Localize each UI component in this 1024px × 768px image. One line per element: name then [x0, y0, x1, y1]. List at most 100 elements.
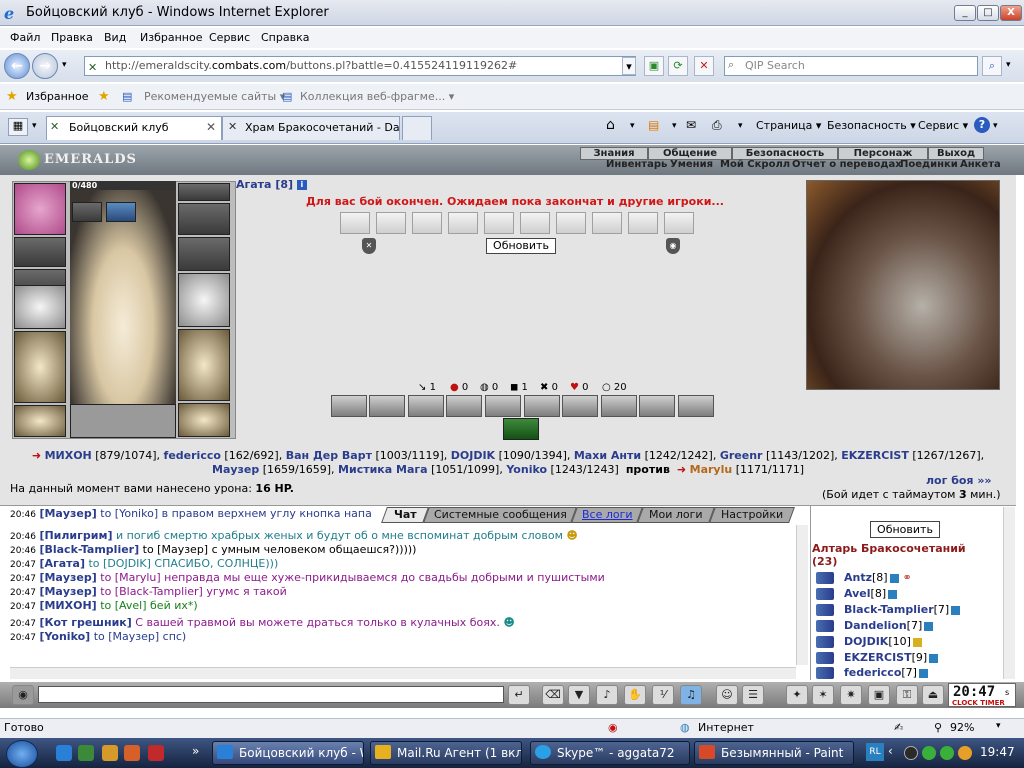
- task-mail-agent[interactable]: Mail.Ru Агент (1 вкла...: [370, 741, 522, 765]
- filter-icon[interactable]: ▼: [568, 685, 590, 705]
- user-name[interactable]: Black-Tamplier: [844, 603, 934, 616]
- chat-vertical-scrollbar[interactable]: [796, 525, 808, 665]
- menu-file[interactable]: Файл: [10, 31, 40, 44]
- quicklaunch-more-icon[interactable]: »: [192, 744, 199, 758]
- user-name[interactable]: EKZERCIST: [844, 651, 912, 664]
- send-icon[interactable]: ↵: [508, 685, 530, 705]
- language-indicator[interactable]: RL: [866, 743, 884, 761]
- address-dropdown-icon[interactable]: ▾: [622, 57, 636, 75]
- chat-nick[interactable]: [Маузер]: [39, 507, 96, 520]
- ability-icon[interactable]: [408, 395, 444, 417]
- feeds-icon[interactable]: ▤: [648, 118, 659, 132]
- quicklaunch-icon[interactable]: [148, 745, 164, 761]
- chat-nick[interactable]: [Агата]: [39, 557, 85, 570]
- menu-view[interactable]: Вид: [104, 31, 126, 44]
- menu-favorites[interactable]: Избранное: [140, 31, 202, 44]
- menu-tools[interactable]: Сервис: [209, 31, 250, 44]
- user-info-icon[interactable]: [889, 573, 899, 583]
- sound-icon[interactable]: ♪: [596, 685, 618, 705]
- home-icon[interactable]: ⌂: [606, 117, 615, 133]
- compatibility-view-icon[interactable]: ▣: [644, 56, 664, 76]
- magic-icon[interactable]: ✷: [840, 685, 862, 705]
- tray-icon[interactable]: [904, 746, 918, 760]
- user-list-item[interactable]: Antz[8] ⚭: [844, 571, 912, 584]
- subnav-duels[interactable]: Поединки: [900, 159, 958, 170]
- user-list-item[interactable]: federicco[7]: [844, 666, 928, 679]
- zoom-dropdown-icon[interactable]: ▾: [996, 721, 1001, 731]
- privacy-icon[interactable]: ◉: [608, 721, 618, 734]
- magic-scroll-slot[interactable]: [340, 212, 370, 234]
- zoom-level[interactable]: 92%: [950, 721, 974, 734]
- tools-menu[interactable]: Сервис ▾: [918, 119, 968, 132]
- search-button[interactable]: ⌕: [982, 56, 1002, 76]
- forward-button[interactable]: →: [32, 53, 58, 79]
- ability-icon[interactable]: [524, 395, 560, 417]
- slot-buff-2[interactable]: [106, 202, 136, 222]
- start-button[interactable]: [6, 740, 38, 768]
- user-list-item[interactable]: Black-Tamplier[7]: [844, 603, 961, 616]
- print-dropdown-icon[interactable]: ▾: [738, 121, 743, 131]
- slot-weapon[interactable]: [14, 285, 66, 329]
- team-player-name[interactable]: federicco: [164, 449, 221, 462]
- feeds-dropdown-icon[interactable]: ▾: [672, 121, 677, 131]
- exit-icon[interactable]: ⏏: [922, 685, 944, 705]
- quicklaunch-icon[interactable]: [124, 745, 140, 761]
- subnav-transfer-report[interactable]: Отчет о переводах: [792, 159, 902, 170]
- slot-armor[interactable]: [14, 331, 66, 403]
- scroll-icon[interactable]: ☰: [742, 685, 764, 705]
- slot-gloves[interactable]: [178, 237, 230, 271]
- emotion-icon[interactable]: ✋: [624, 685, 646, 705]
- user-name[interactable]: Dandelion: [844, 619, 907, 632]
- maximize-button[interactable]: □: [977, 5, 999, 21]
- subnav-profile[interactable]: Анкета: [960, 159, 1001, 170]
- slot-belt[interactable]: [14, 405, 66, 437]
- menu-help[interactable]: Справка: [261, 31, 309, 44]
- search-options-icon[interactable]: ▾: [1006, 60, 1011, 70]
- safety-menu[interactable]: Безопасность ▾: [827, 119, 916, 132]
- team-player-name[interactable]: EKZERCIST: [841, 449, 909, 462]
- new-tab-button[interactable]: [402, 116, 432, 140]
- chat-input[interactable]: [38, 686, 504, 703]
- magic-scroll-slot[interactable]: [556, 212, 586, 234]
- chat-tab-all-logs[interactable]: Все логи: [571, 507, 643, 523]
- ie-quicklaunch-icon[interactable]: [56, 745, 72, 761]
- user-list-item[interactable]: Avel[8]: [844, 587, 898, 600]
- magic-scroll-slot[interactable]: [412, 212, 442, 234]
- slot-earrings[interactable]: [14, 237, 66, 267]
- chat-nick[interactable]: [Black-Tamplier]: [39, 543, 139, 556]
- slot-rune[interactable]: [178, 183, 230, 201]
- slot-rings[interactable]: [178, 203, 230, 235]
- slot-helmet[interactable]: [14, 183, 66, 235]
- user-name[interactable]: Antz: [844, 571, 872, 584]
- chat-nick[interactable]: [Маузер]: [39, 585, 96, 598]
- task-ie[interactable]: Бойцовский клуб - Wi...: [212, 741, 364, 765]
- history-dropdown-icon[interactable]: ▾: [62, 60, 67, 70]
- protected-mode-icon[interactable]: ✍: [894, 721, 903, 734]
- user-name[interactable]: DOJDIK: [844, 635, 888, 648]
- user-list-item[interactable]: DOJDIK[10]: [844, 635, 922, 648]
- lock-icon[interactable]: ⚿: [896, 685, 918, 705]
- chat-tab-system[interactable]: Системные сообщения: [423, 507, 577, 523]
- magic-scroll-slot[interactable]: [376, 212, 406, 234]
- search-input[interactable]: QIP Search: [724, 56, 978, 76]
- minimize-button[interactable]: _: [954, 5, 976, 21]
- team-player-name[interactable]: Yoniko: [506, 463, 547, 476]
- magic-scroll-slot[interactable]: [664, 212, 694, 234]
- clear-icon[interactable]: ⌫: [542, 685, 564, 705]
- chat-tab-my-logs[interactable]: Мои логи: [637, 507, 715, 523]
- chat-toggle-icon[interactable]: ◉: [12, 685, 34, 705]
- quicklaunch-icon[interactable]: [102, 745, 118, 761]
- user-info-icon[interactable]: [924, 621, 934, 631]
- ability-icon[interactable]: [562, 395, 598, 417]
- pet-icon[interactable]: ✶: [812, 685, 834, 705]
- tray-icon[interactable]: [922, 746, 936, 760]
- magic-scroll-slot[interactable]: [484, 212, 514, 234]
- stop-icon[interactable]: ✕: [694, 56, 714, 76]
- page-menu[interactable]: Страница ▾: [756, 119, 821, 132]
- chat-nick[interactable]: [МИХОН]: [39, 599, 96, 612]
- translit-icon[interactable]: ⅟: [652, 685, 674, 705]
- user-name[interactable]: Avel: [844, 587, 871, 600]
- subnav-my-scroll[interactable]: Мой Скролл: [720, 159, 790, 170]
- team-player-name[interactable]: Мистика Мага: [338, 463, 428, 476]
- chat-nick[interactable]: [Маузер]: [39, 571, 96, 584]
